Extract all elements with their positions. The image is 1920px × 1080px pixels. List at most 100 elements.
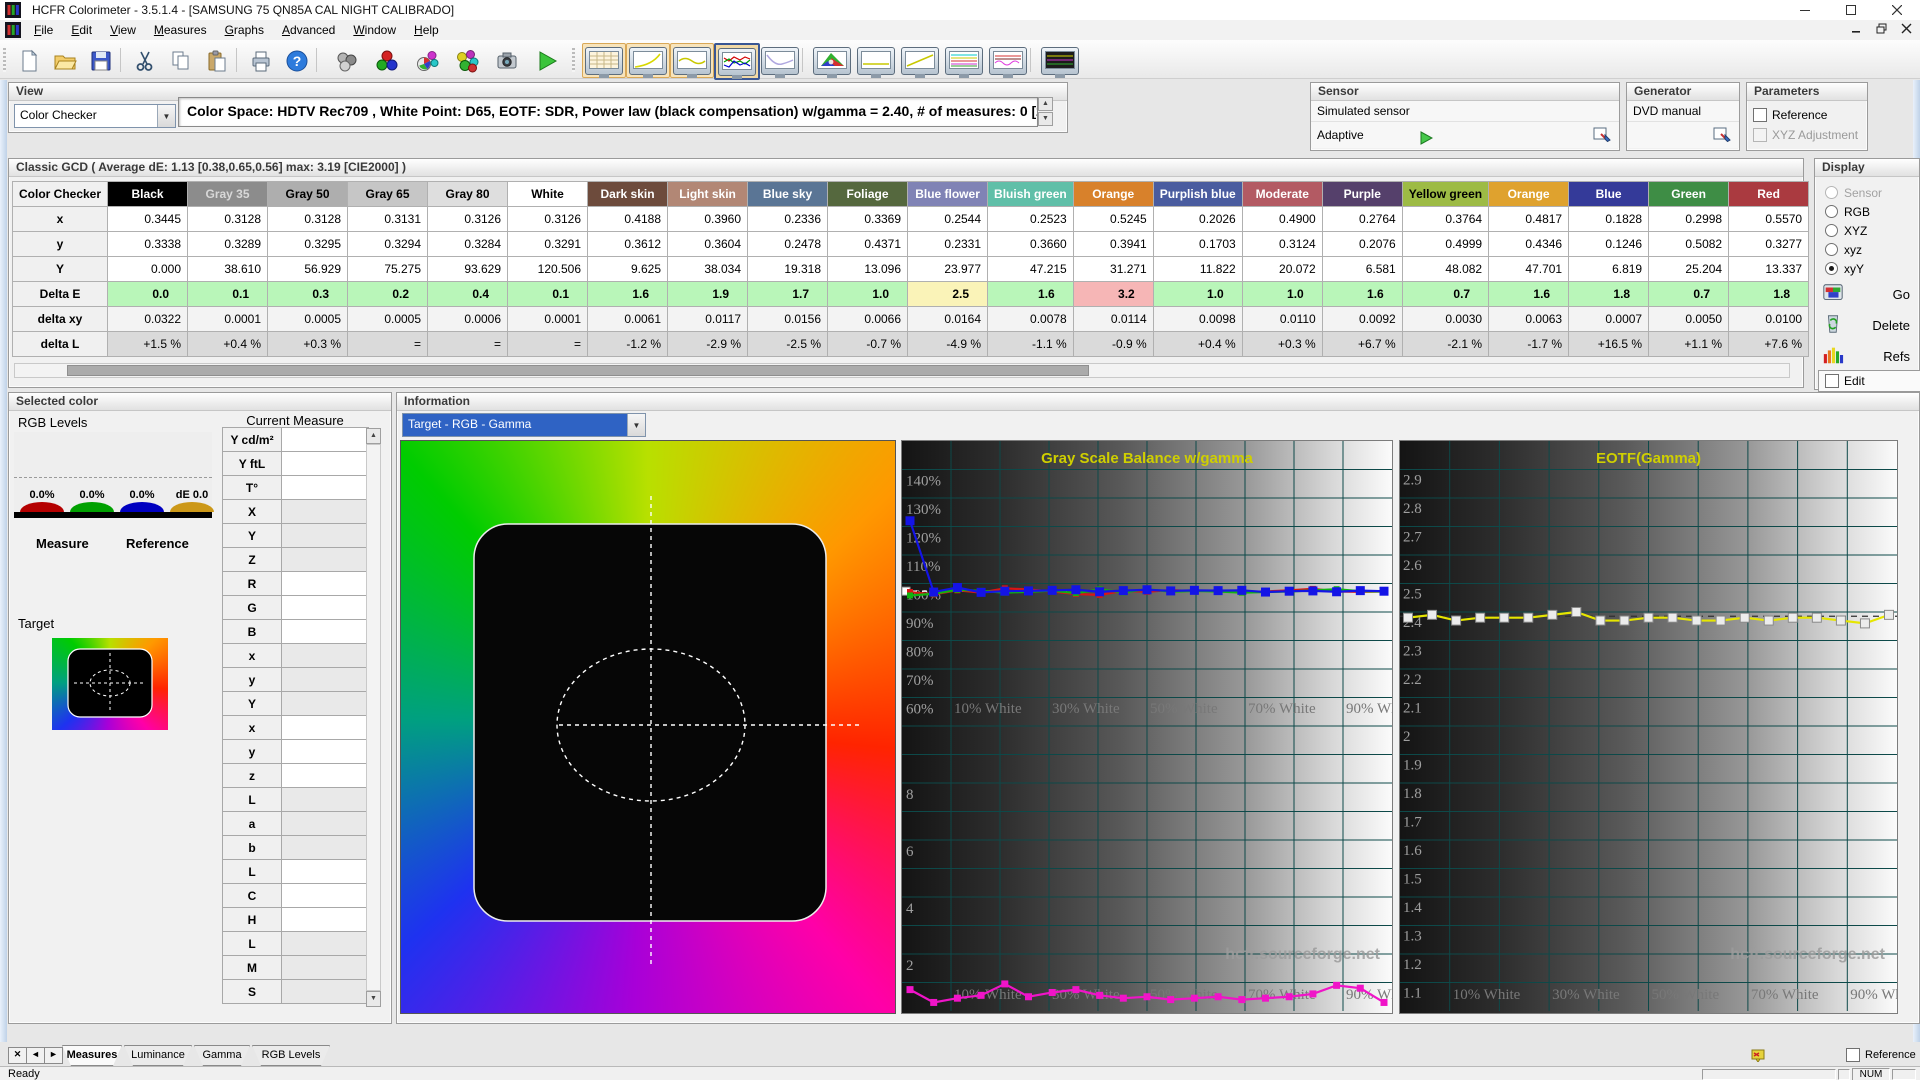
view-selector[interactable]: Color Checker ▼ bbox=[14, 104, 176, 128]
display-radio-xyz[interactable]: XYZ bbox=[1825, 221, 1919, 240]
menu-file[interactable]: File bbox=[25, 20, 62, 40]
spinner-up-icon[interactable]: ▲ bbox=[1038, 97, 1053, 111]
edit-toggle[interactable]: Edit bbox=[1818, 370, 1920, 392]
tab-next-icon[interactable]: ► bbox=[44, 1047, 63, 1064]
edit-checkbox[interactable] bbox=[1825, 374, 1839, 388]
tab-luminance[interactable]: Luminance bbox=[124, 1045, 192, 1066]
new-document-button[interactable] bbox=[12, 45, 46, 77]
minimize-icon[interactable] bbox=[1782, 0, 1828, 20]
print-button[interactable] bbox=[244, 45, 278, 77]
svg-text:hcfr.sourceforge.net: hcfr.sourceforge.net bbox=[1225, 946, 1380, 963]
tab-gamma[interactable]: Gamma bbox=[194, 1045, 250, 1066]
rgb-levels-view-button[interactable] bbox=[714, 43, 760, 80]
primaries-measure-button[interactable] bbox=[370, 45, 404, 77]
menu-graphs[interactable]: Graphs bbox=[216, 20, 273, 40]
color-temperature-view-button[interactable] bbox=[942, 43, 986, 78]
display-radio-xyz[interactable]: xyz bbox=[1825, 240, 1919, 259]
toolbar-grip[interactable] bbox=[3, 48, 6, 72]
mdi-minimize-icon[interactable] bbox=[1851, 23, 1862, 37]
table-cell: 0.5082 bbox=[1648, 231, 1730, 257]
sensor-config-icon[interactable] bbox=[1593, 126, 1611, 153]
column-header: Green bbox=[1648, 181, 1730, 207]
menu-window[interactable]: Window bbox=[344, 20, 405, 40]
menu-edit[interactable]: Edit bbox=[62, 20, 101, 40]
luminance-view-button[interactable] bbox=[626, 43, 670, 78]
run-measures-button[interactable] bbox=[530, 45, 564, 77]
checkbox[interactable] bbox=[1753, 108, 1767, 122]
refs-button[interactable]: Refs bbox=[1822, 344, 1910, 369]
information-selector-value: Target - RGB - Gamma bbox=[403, 414, 627, 436]
radio[interactable] bbox=[1825, 224, 1838, 237]
contrast-view-button[interactable] bbox=[854, 43, 898, 78]
chevron-down-icon[interactable]: ▼ bbox=[157, 105, 175, 127]
tab-rgb-levels[interactable]: RGB Levels bbox=[252, 1045, 330, 1066]
gamut-dark-view-button[interactable] bbox=[1038, 43, 1082, 78]
display-radio-rgb[interactable]: RGB bbox=[1825, 202, 1919, 221]
sensor-run-icon[interactable] bbox=[1419, 128, 1434, 154]
table-cell: 0.3445 bbox=[107, 206, 189, 232]
scroll-down-icon[interactable]: ▼ bbox=[366, 991, 381, 1007]
free-measures-button[interactable] bbox=[330, 45, 364, 77]
generator-panel-title: Generator bbox=[1627, 83, 1739, 101]
copy-button[interactable] bbox=[164, 45, 198, 77]
status-bar bbox=[0, 1066, 1920, 1080]
current-measure-row: Y cd/m² bbox=[222, 427, 369, 452]
save-button[interactable] bbox=[84, 45, 118, 77]
scroll-up-icon[interactable]: ▲ bbox=[366, 428, 381, 444]
display-radio-xyy[interactable]: xyY bbox=[1825, 259, 1919, 278]
luminance-log-view-button[interactable] bbox=[898, 43, 942, 78]
current-measure-scrollbar[interactable]: ▲ ▼ bbox=[366, 428, 381, 1007]
nearblack-view-button[interactable] bbox=[758, 43, 802, 78]
close-icon[interactable] bbox=[1874, 0, 1920, 20]
table-cell: 0.3284 bbox=[427, 231, 509, 257]
menu-help[interactable]: Help bbox=[405, 20, 448, 40]
column-header: Bluish green bbox=[987, 181, 1074, 207]
menu-view[interactable]: View bbox=[101, 20, 145, 40]
go-button[interactable]: Go bbox=[1822, 282, 1910, 307]
measure-row-label: a bbox=[222, 811, 282, 836]
generator-panel: Generator DVD manual bbox=[1626, 82, 1740, 151]
help-button[interactable]: ? bbox=[280, 45, 314, 77]
radio[interactable] bbox=[1825, 243, 1838, 256]
maximize-icon[interactable] bbox=[1828, 0, 1874, 20]
radio[interactable] bbox=[1825, 262, 1838, 275]
chevron-down-icon[interactable]: ▼ bbox=[627, 414, 645, 436]
table-cell: +6.7 % bbox=[1321, 331, 1403, 357]
table-cell: 0.2076 bbox=[1321, 231, 1403, 257]
radio[interactable] bbox=[1825, 205, 1838, 218]
menu-measures[interactable]: Measures bbox=[145, 20, 216, 40]
colorchecker-measure-button[interactable] bbox=[450, 45, 484, 77]
mdi-restore-icon[interactable] bbox=[1876, 23, 1887, 37]
table-cell: 0.0007 bbox=[1568, 306, 1650, 332]
tab-measures[interactable]: Measures bbox=[62, 1045, 122, 1066]
menu-advanced[interactable]: Advanced bbox=[273, 20, 344, 40]
status-cell bbox=[1892, 1069, 1916, 1080]
measure-row-value bbox=[281, 883, 369, 908]
spinner-down-icon[interactable]: ▼ bbox=[1038, 112, 1053, 126]
cie-chart-view-button[interactable] bbox=[810, 43, 854, 78]
parameter-reference[interactable]: Reference bbox=[1753, 105, 1867, 125]
secondaries-measure-button[interactable] bbox=[410, 45, 444, 77]
delete-button[interactable]: Delete bbox=[1822, 313, 1910, 338]
tab-close-icon[interactable]: ✕ bbox=[8, 1047, 27, 1064]
notification-icon[interactable] bbox=[1750, 1046, 1766, 1065]
generator-config-icon[interactable] bbox=[1713, 126, 1731, 147]
information-selector[interactable]: Target - RGB - Gamma ▼ bbox=[402, 413, 646, 437]
paste-button[interactable] bbox=[200, 45, 234, 77]
reference-checkbox[interactable] bbox=[1846, 1048, 1860, 1062]
table-hscrollbar[interactable] bbox=[14, 363, 1790, 378]
saturation-view-button[interactable] bbox=[986, 43, 1030, 78]
tab-prev-icon[interactable]: ◄ bbox=[26, 1047, 45, 1064]
reference-toggle[interactable]: Reference bbox=[1846, 1048, 1916, 1062]
capture-button[interactable] bbox=[490, 45, 524, 77]
open-folder-button[interactable] bbox=[48, 45, 82, 77]
gamma-view-button[interactable] bbox=[670, 43, 714, 78]
measures-table-view-button[interactable] bbox=[582, 43, 626, 78]
current-measure-row: R bbox=[222, 571, 369, 596]
measure-axis-label: Measure bbox=[36, 536, 89, 551]
mdi-close-icon[interactable] bbox=[1901, 23, 1912, 37]
table-cell: 47.215 bbox=[987, 256, 1074, 282]
table-hscrollbar-thumb[interactable] bbox=[67, 365, 1089, 376]
cut-button[interactable] bbox=[128, 45, 162, 77]
toolbar-grip[interactable] bbox=[572, 48, 575, 72]
